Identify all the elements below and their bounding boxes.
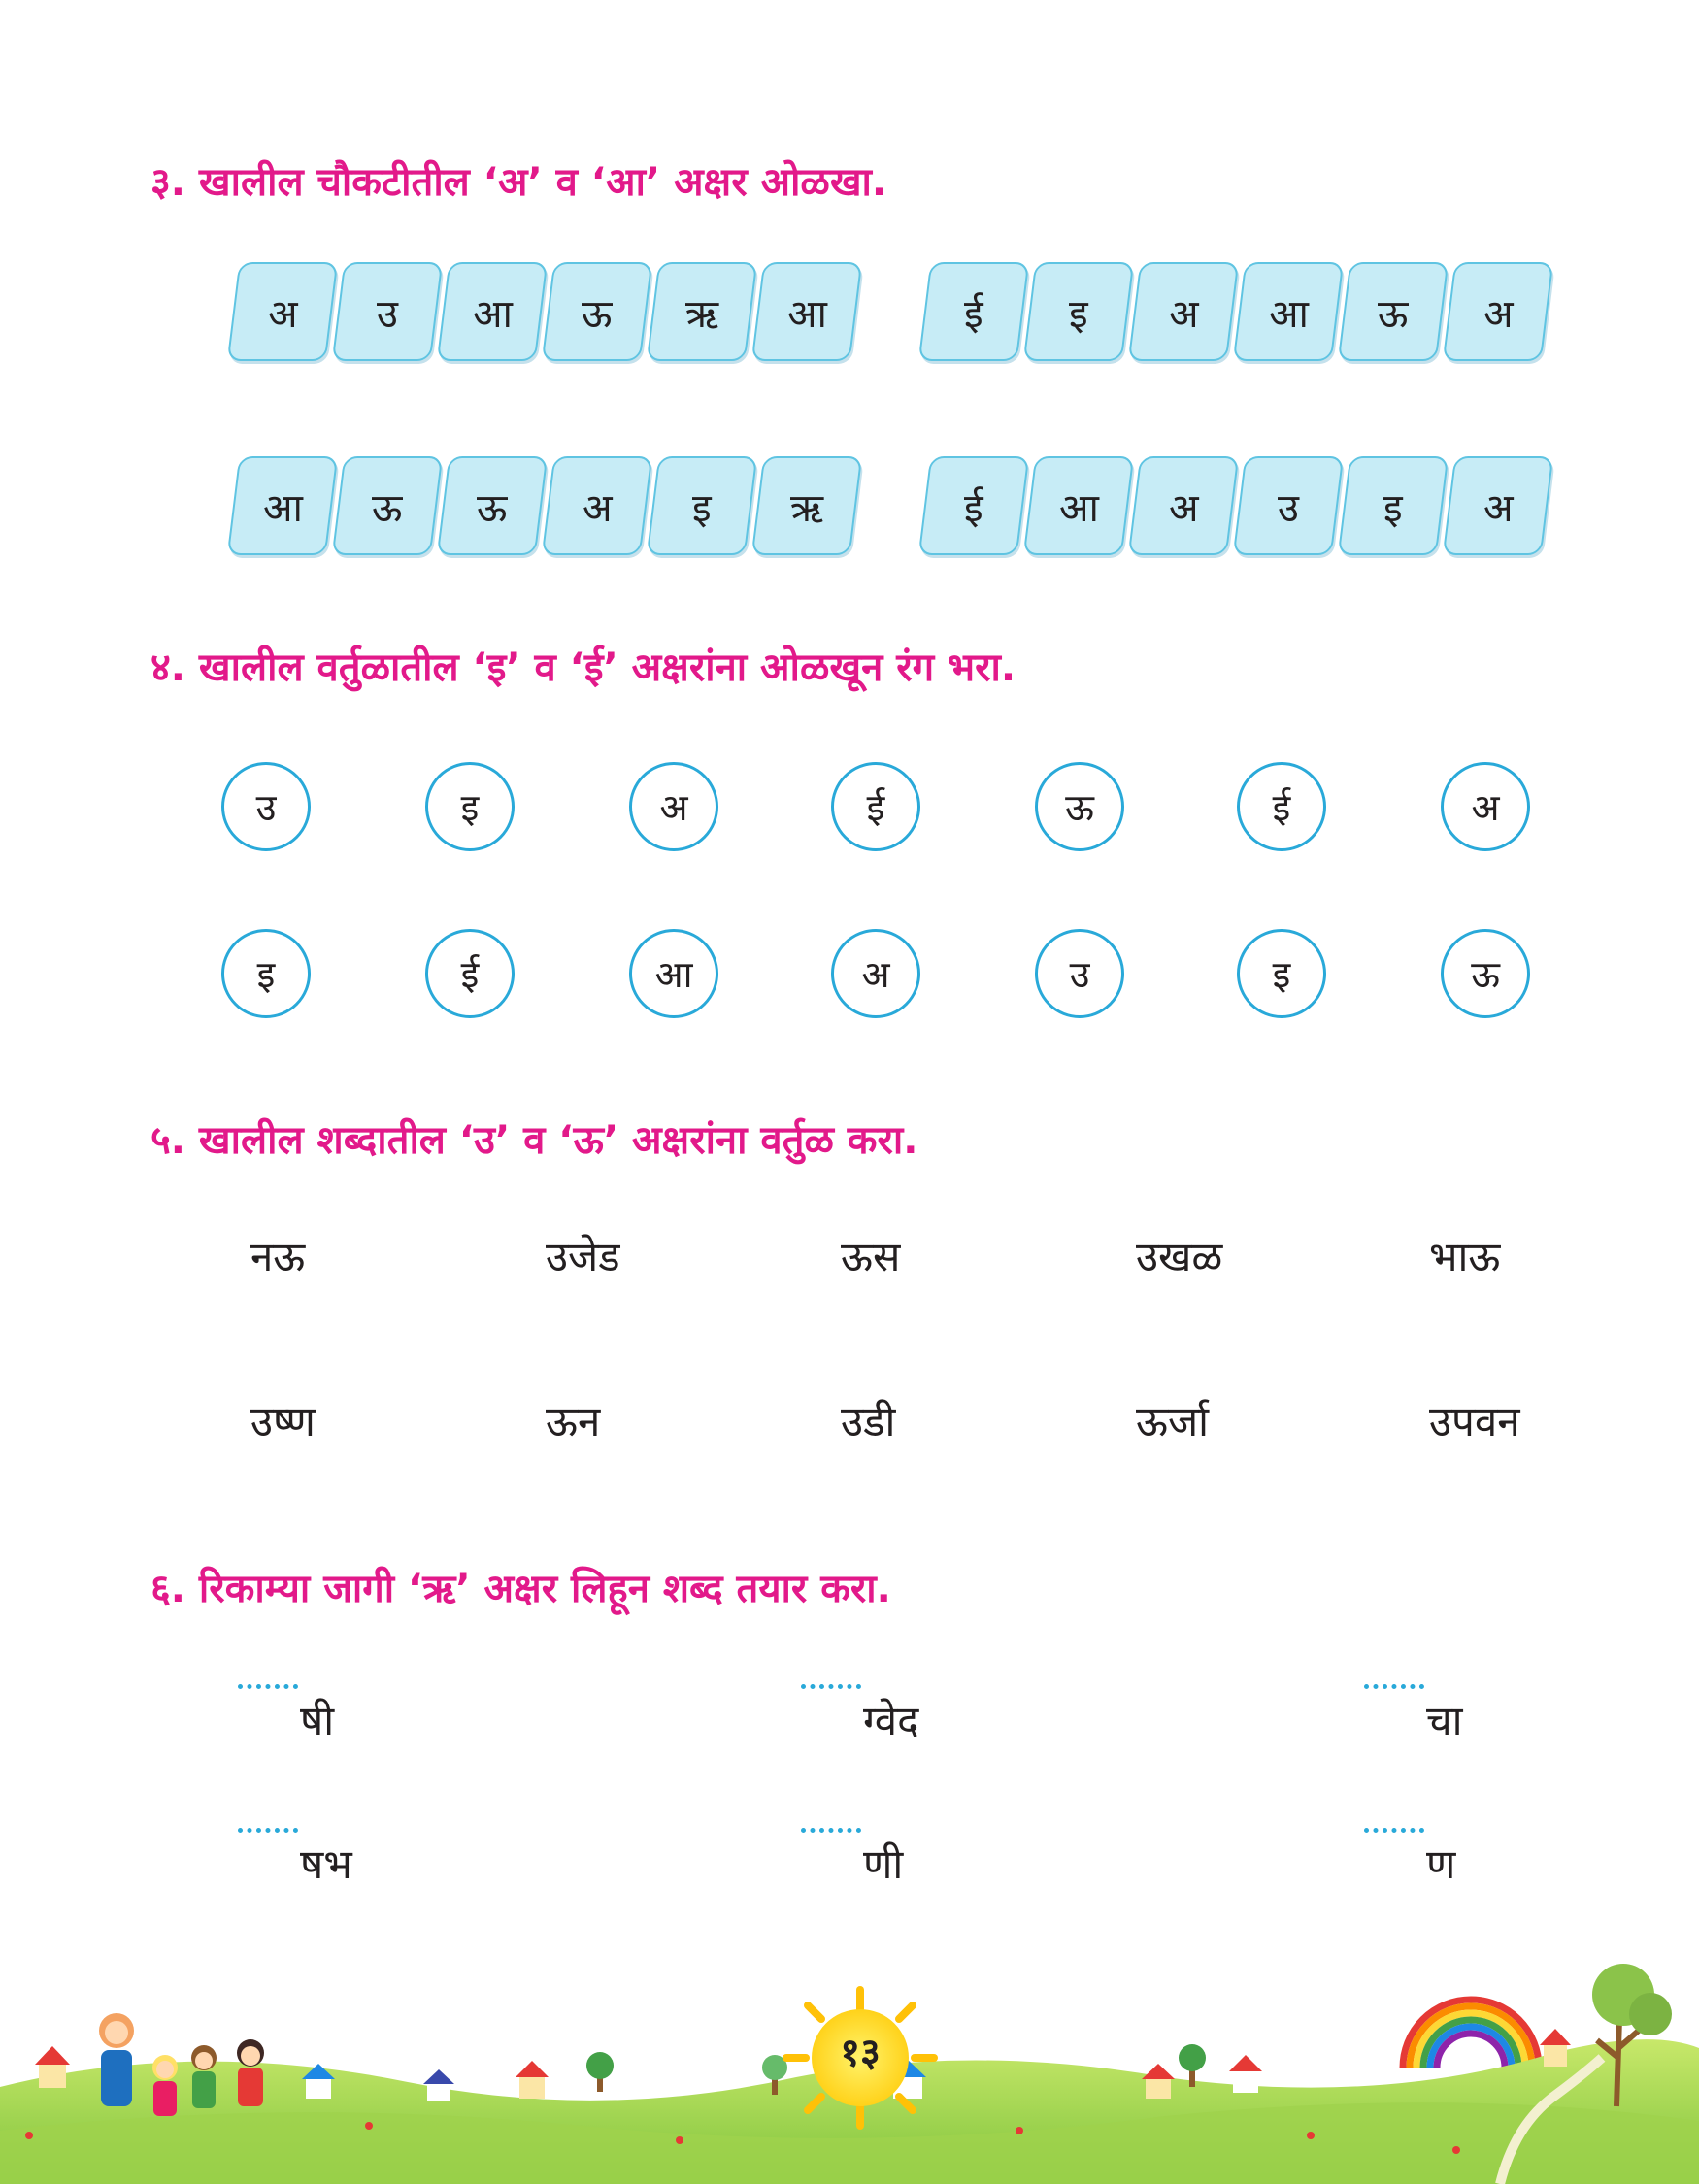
letter-tile[interactable]: अ	[1442, 262, 1554, 361]
fill-blank-item[interactable]: षी	[238, 1684, 334, 1747]
letter-circle[interactable]: इ	[1237, 929, 1326, 1018]
letter-tile[interactable]: इ	[646, 456, 758, 555]
rainbow-icon	[1399, 1996, 1543, 2068]
letter-tile[interactable]: आ	[226, 456, 339, 555]
letter-circle[interactable]: अ	[1441, 762, 1530, 851]
word[interactable]: उजेड	[546, 1228, 620, 1283]
q5-word-row-1: नऊ उजेड ऊस उखळ भाऊ	[250, 1228, 1551, 1286]
letter-circle[interactable]: ऊ	[1441, 929, 1530, 1018]
q6-fill-row-2: षभ णी ण	[238, 1828, 1500, 1890]
letter-tile[interactable]: ऋ	[646, 262, 758, 361]
letter-tile[interactable]: ई	[917, 456, 1030, 555]
letter-tile[interactable]: ऊ	[1337, 262, 1449, 361]
letter-circle[interactable]: ई	[1237, 762, 1326, 851]
blank-dots[interactable]	[801, 1684, 861, 1718]
fill-blank-item[interactable]: ग्वेद	[801, 1684, 918, 1747]
word[interactable]: उष्ण	[250, 1393, 316, 1448]
letter-tile[interactable]: अ	[1127, 456, 1240, 555]
letter-tile[interactable]: ऊ	[541, 262, 653, 361]
blank-dots[interactable]	[238, 1828, 298, 1862]
letter-tile[interactable]: उ	[331, 262, 444, 361]
letter-tile[interactable]: आ	[750, 262, 863, 361]
letter-tile[interactable]: ऊ	[436, 456, 549, 555]
letter-tile[interactable]: इ	[1022, 262, 1135, 361]
letter-tile[interactable]: ई	[917, 262, 1030, 361]
word-suffix: चा	[1426, 1697, 1463, 1744]
letter-tile[interactable]: अ	[541, 456, 653, 555]
word-suffix: णी	[863, 1840, 904, 1888]
word[interactable]: ऊन	[546, 1393, 600, 1448]
word[interactable]: ऊर्जा	[1136, 1393, 1209, 1448]
q3-tile-row-2: आ ऊ ऊ अ इ ऋ ई आ अ उ इ अ	[223, 448, 1554, 555]
word[interactable]: ऊस	[841, 1228, 900, 1283]
q4-heading: ४. खालील वर्तुळातील ‘इ’ व ‘ई’ अक्षरांना …	[150, 645, 1016, 690]
q6-heading: ६. रिकाम्या जागी ‘ऋ’ अक्षर लिहून शब्द तय…	[150, 1567, 891, 1611]
word[interactable]: उडी	[841, 1393, 895, 1448]
blank-dots[interactable]	[1364, 1684, 1424, 1718]
q3-heading: ३. खालील चौकटीतील ‘अ’ व ‘आ’ अक्षर ओळखा.	[150, 160, 887, 205]
letter-circle[interactable]: इ	[221, 929, 311, 1018]
letter-circle[interactable]: उ	[1035, 929, 1124, 1018]
letter-tile[interactable]: ऋ	[750, 456, 863, 555]
letter-tile[interactable]: अ	[226, 262, 339, 361]
letter-circle[interactable]: ई	[425, 929, 515, 1018]
letter-circle[interactable]: इ	[425, 762, 515, 851]
fill-blank-item[interactable]: षभ	[238, 1828, 352, 1891]
word[interactable]: उखळ	[1136, 1228, 1222, 1283]
letter-tile[interactable]: अ	[1442, 456, 1554, 555]
word-suffix: षभ	[300, 1840, 352, 1888]
word-suffix: षी	[300, 1697, 335, 1744]
fill-blank-item[interactable]: चा	[1364, 1684, 1463, 1747]
q6-fill-row-1: षी ग्वेद चा	[238, 1684, 1500, 1746]
letter-circle[interactable]: अ	[629, 762, 718, 851]
letter-tile[interactable]: अ	[1127, 262, 1240, 361]
fill-blank-item[interactable]: णी	[801, 1828, 903, 1891]
blank-dots[interactable]	[1364, 1828, 1424, 1862]
letter-tile[interactable]: इ	[1337, 456, 1449, 555]
letter-circle[interactable]: उ	[221, 762, 311, 851]
blank-dots[interactable]	[238, 1684, 298, 1718]
word[interactable]: भाऊ	[1429, 1228, 1500, 1283]
q4-circle-row-2: इ ई आ अ उ इ ऊ	[221, 929, 1542, 1022]
q3-tile-row-1: अ उ आ ऊ ऋ आ ई इ अ आ ऊ अ	[223, 254, 1554, 361]
q5-heading: ५. खालील शब्दातील ‘उ’ व ‘ऊ’ अक्षरांना वर…	[150, 1118, 918, 1163]
q4-circle-row-1: उ इ अ ई ऊ ई अ	[221, 762, 1542, 855]
page-number: १३	[840, 2031, 881, 2075]
word[interactable]: उपवन	[1429, 1393, 1520, 1448]
letter-circle[interactable]: ई	[831, 762, 920, 851]
letter-tile[interactable]: आ	[1022, 456, 1135, 555]
letter-tile[interactable]: उ	[1232, 456, 1345, 555]
word-suffix: ग्वेद	[863, 1697, 919, 1744]
letter-tile[interactable]: आ	[1232, 262, 1345, 361]
letter-circle[interactable]: आ	[629, 929, 718, 1018]
letter-circle[interactable]: अ	[831, 929, 920, 1018]
word-suffix: ण	[1426, 1840, 1456, 1888]
word[interactable]: नऊ	[250, 1228, 305, 1283]
q5-word-row-2: उष्ण ऊन उडी ऊर्जा उपवन	[250, 1393, 1551, 1451]
letter-tile[interactable]: आ	[436, 262, 549, 361]
blank-dots[interactable]	[801, 1828, 861, 1862]
letter-tile[interactable]: ऊ	[331, 456, 444, 555]
fill-blank-item[interactable]: ण	[1364, 1828, 1455, 1891]
letter-circle[interactable]: ऊ	[1035, 762, 1124, 851]
